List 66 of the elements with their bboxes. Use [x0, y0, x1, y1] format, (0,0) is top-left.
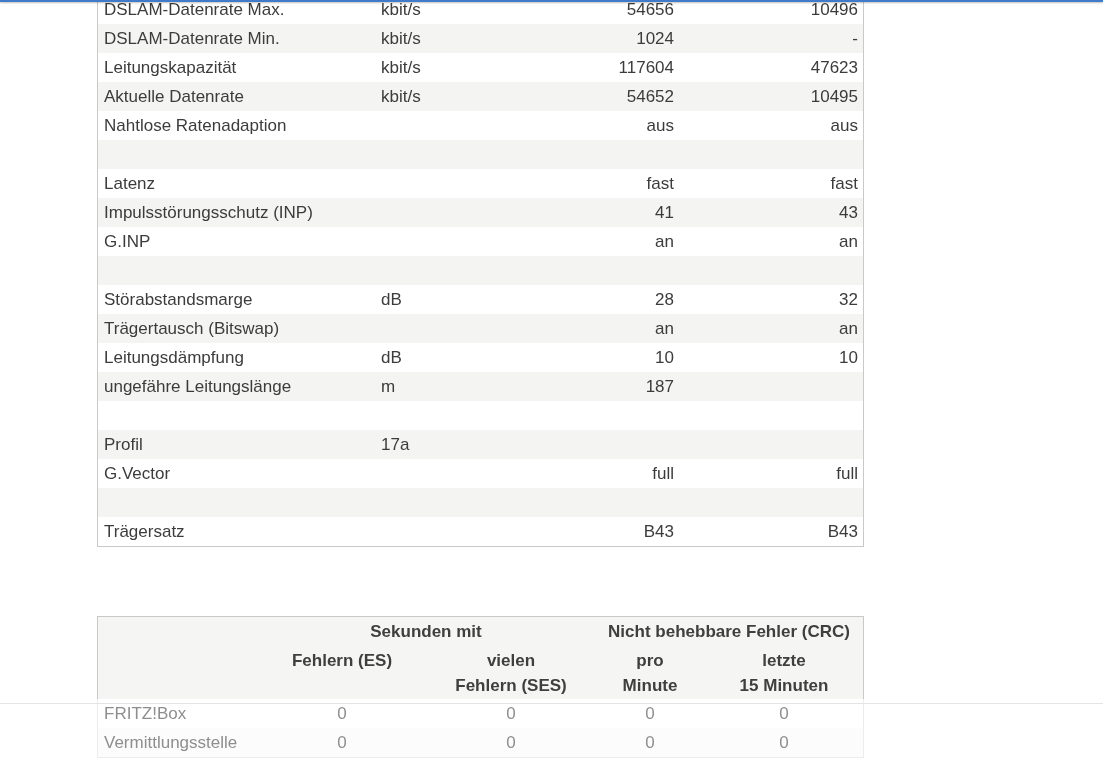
value-text: 0	[337, 732, 347, 754]
value-text: 1024	[636, 28, 674, 50]
row-label: Trägertausch (Bitswap)	[104, 318, 280, 340]
value-text: 0	[506, 703, 516, 725]
row-label: DSLAM-Datenrate Min.	[104, 28, 280, 50]
unit-label: kbit/s	[381, 57, 421, 79]
value-text: 0	[779, 703, 789, 725]
value-text: aus	[646, 115, 674, 137]
value-text: 10	[839, 347, 858, 369]
unit-label: dB	[381, 347, 402, 369]
value-text: an	[655, 231, 674, 253]
value-text: 54656	[626, 0, 674, 21]
unit-label: dB	[381, 289, 402, 311]
row-label: Leitungskapazität	[104, 57, 237, 79]
value-text: 117604	[618, 57, 674, 79]
row-label: Aktuelle Datenrate	[104, 86, 244, 108]
row-label: Leitungsdämpfung	[104, 347, 244, 369]
value-text: B43	[827, 521, 858, 543]
value-text: 43	[839, 202, 858, 224]
row-label: Latenz	[104, 173, 156, 195]
value-text: aus	[830, 115, 858, 137]
value-text: 32	[839, 289, 858, 311]
value-text: an	[839, 318, 858, 340]
group-header: Sekunden mit	[370, 621, 482, 643]
value-text: full	[836, 463, 858, 485]
row-label: FRITZ!Box	[104, 703, 187, 725]
column-header: vielen Fehlern (SES)	[455, 650, 567, 697]
row-label: ungefähre Leitungslänge	[104, 376, 292, 398]
value-text: an	[655, 318, 674, 340]
value-text: B43	[643, 521, 674, 543]
column-header: letzte 15 Minuten	[739, 650, 829, 697]
value-text: -	[852, 28, 858, 50]
value-text: 0	[645, 732, 655, 754]
row-label: G.INP	[104, 231, 151, 253]
unit-label: m	[381, 376, 396, 398]
value-text: 47623	[810, 57, 858, 79]
row-label: Störabstandsmarge	[104, 289, 253, 311]
value-text: 28	[655, 289, 674, 311]
column-header: pro Minute	[622, 650, 678, 697]
value-text: fast	[830, 173, 858, 195]
row-label: Profil	[104, 434, 143, 456]
value-text: 10	[655, 347, 674, 369]
column-header: Fehlern (ES)	[291, 650, 393, 672]
unit-label: kbit/s	[381, 28, 421, 50]
row-label: DSLAM-Datenrate Max.	[104, 0, 285, 21]
value-text: 0	[337, 703, 347, 725]
value-text: 41	[655, 202, 674, 224]
unit-label: 17a	[381, 434, 410, 456]
unit-label: kbit/s	[381, 0, 421, 21]
value-text: 54652	[626, 86, 674, 108]
group-header: Nicht behebbare Fehler (CRC)	[608, 621, 850, 643]
unit-label: kbit/s	[381, 86, 421, 108]
value-text: 10495	[810, 86, 858, 108]
row-label: Impulsstörungsschutz (INP)	[104, 202, 313, 224]
value-text: full	[652, 463, 674, 485]
value-text: 0	[645, 703, 655, 725]
row-label: Nahtlose Ratenadaption	[104, 115, 287, 137]
row-label: Vermittlungsstelle	[104, 732, 238, 754]
value-text: 187	[645, 376, 674, 398]
row-label: G.Vector	[104, 463, 171, 485]
value-text: 0	[506, 732, 516, 754]
value-text: an	[839, 231, 858, 253]
value-text: 0	[779, 732, 789, 754]
value-text: fast	[646, 173, 674, 195]
row-label: Trägersatz	[104, 521, 185, 543]
value-text: 10496	[810, 0, 858, 21]
